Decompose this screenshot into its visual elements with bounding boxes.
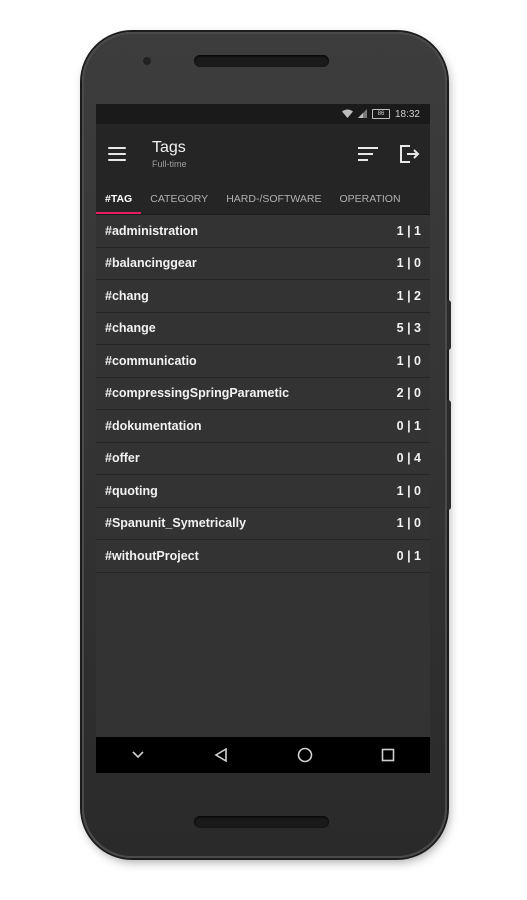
tag-count: 1 | 0: [396, 483, 421, 498]
nav-back-icon[interactable]: [201, 737, 241, 773]
tag-count: 5 | 3: [396, 321, 421, 336]
battery-level: 86: [377, 111, 385, 117]
logout-icon[interactable]: [398, 144, 420, 164]
list-item[interactable]: #quoting 1 | 0: [96, 475, 430, 508]
tab-operation[interactable]: OPERATION: [330, 184, 409, 214]
tag-count: 0 | 4: [396, 451, 421, 466]
tag-name: #offer: [105, 451, 140, 466]
tag-name: #withoutProject: [105, 548, 199, 563]
tag-name: #dokumentation: [105, 418, 202, 433]
tag-count: 2 | 0: [396, 386, 421, 401]
screen: 86 18:32 Tags Full-time #TAG CATEGORY HA…: [96, 104, 430, 773]
nav-collapse-icon[interactable]: [118, 737, 158, 773]
list-item[interactable]: #withoutProject 0 | 1: [96, 540, 430, 573]
sort-icon[interactable]: [358, 147, 378, 161]
tag-count: 1 | 0: [396, 516, 421, 531]
tab-hard-software[interactable]: HARD-/SOFTWARE: [217, 184, 330, 214]
tag-name: #chang: [105, 288, 149, 303]
tag-name: #Spanunit_Symetrically: [105, 516, 247, 531]
list-item[interactable]: #communicatio 1 | 0: [96, 345, 430, 378]
tag-count: 0 | 1: [396, 418, 421, 433]
tag-count: 1 | 0: [396, 353, 421, 368]
tab-tag[interactable]: #TAG: [96, 184, 142, 214]
tag-name: #quoting: [105, 483, 158, 498]
nav-recents-icon[interactable]: [368, 737, 408, 773]
tag-name: #change: [105, 321, 156, 336]
tag-count: 1 | 2: [396, 288, 421, 303]
volume-button: [447, 400, 451, 510]
app-bar: Tags Full-time: [96, 124, 430, 184]
tag-count: 1 | 1: [396, 223, 421, 238]
wifi-icon: [341, 109, 353, 120]
nav-home-icon[interactable]: [285, 737, 325, 773]
signal-icon: [357, 108, 367, 120]
tag-list: #administration 1 | 1 #balancinggear 1 | 0…: [96, 215, 430, 573]
tag-name: #compressingSpringParametic: [105, 386, 290, 401]
tag-name: #administration: [105, 223, 199, 238]
tag-name: #communicatio: [105, 353, 197, 368]
list-item[interactable]: #change 5 | 3: [96, 313, 430, 345]
list-item[interactable]: #Spanunit_Symetrically 1 | 0: [96, 508, 430, 540]
list-item[interactable]: #administration 1 | 1: [96, 215, 430, 248]
app-bar-actions: [358, 144, 420, 164]
list-item[interactable]: #dokumentation 0 | 1: [96, 410, 430, 443]
status-bar: 86 18:32: [96, 104, 430, 124]
system-nav-bar: [96, 737, 430, 773]
tag-count: 1 | 0: [396, 256, 421, 271]
list-item[interactable]: #chang 1 | 2: [96, 280, 430, 313]
front-camera: [143, 57, 151, 65]
tab-bar: #TAG CATEGORY HARD-/SOFTWARE OPERATION: [96, 184, 430, 215]
tab-category[interactable]: CATEGORY: [141, 184, 217, 214]
page-subtitle: Full-time: [152, 159, 187, 169]
list-item[interactable]: #balancinggear 1 | 0: [96, 248, 430, 280]
battery-icon: 86: [371, 109, 390, 119]
tag-count: 0 | 1: [396, 548, 421, 563]
menu-icon[interactable]: [108, 147, 126, 161]
app-bar-titles: Tags Full-time: [152, 139, 187, 169]
tag-name: #balancinggear: [105, 256, 197, 271]
list-item[interactable]: #compressingSpringParametic 2 | 0: [96, 378, 430, 410]
status-time: 18:32: [394, 108, 420, 120]
power-button: [447, 300, 451, 350]
top-speaker: [194, 55, 329, 67]
page-title: Tags: [152, 139, 186, 156]
bottom-speaker: [194, 816, 329, 828]
list-item[interactable]: #offer 0 | 4: [96, 443, 430, 475]
